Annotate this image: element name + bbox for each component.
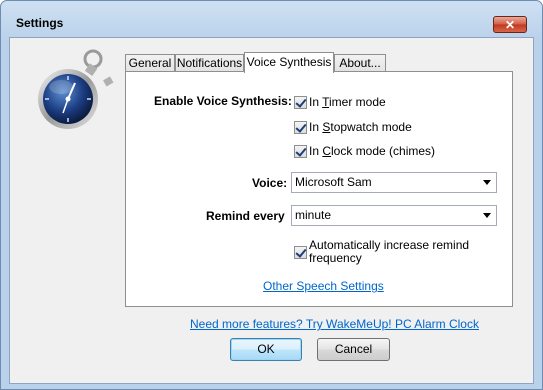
- tab-voice-synthesis[interactable]: Voice Synthesis: [244, 52, 334, 73]
- timer-mode-label[interactable]: In Timer mode: [309, 95, 386, 109]
- stopwatch-mode-label[interactable]: In Stopwatch mode: [309, 120, 412, 134]
- remind-every-value: minute: [295, 208, 332, 222]
- remind-every-label: Remind every: [206, 209, 285, 223]
- cancel-button[interactable]: Cancel: [317, 338, 390, 361]
- other-speech-settings-link[interactable]: Other Speech Settings: [263, 279, 384, 293]
- timer-mode-checkbox[interactable]: [294, 96, 307, 109]
- chevron-down-icon: [483, 180, 491, 185]
- voice-select-value: Microsoft Sam: [295, 175, 372, 189]
- enable-voice-synthesis-label: Enable Voice Synthesis:: [154, 94, 292, 108]
- auto-increase-checkbox[interactable]: [294, 246, 307, 259]
- chevron-down-icon: [483, 213, 491, 218]
- ok-button[interactable]: OK: [230, 338, 302, 361]
- tab-notifications[interactable]: Notifications: [175, 54, 244, 71]
- close-icon: ✕: [504, 18, 516, 32]
- tab-general[interactable]: General: [125, 54, 175, 71]
- voice-select[interactable]: Microsoft Sam: [291, 172, 497, 193]
- stopwatch-icon: [38, 49, 114, 129]
- tab-about[interactable]: About...: [334, 54, 386, 71]
- remind-every-select[interactable]: minute: [291, 205, 497, 226]
- settings-window: Settings ✕ General Notifications Voice S…: [0, 0, 543, 390]
- promo-link[interactable]: Need more features? Try WakeMeUp! PC Ala…: [190, 317, 479, 331]
- voice-label: Voice:: [252, 176, 288, 190]
- close-button[interactable]: ✕: [493, 16, 527, 33]
- window-title: Settings: [16, 16, 64, 30]
- auto-increase-label[interactable]: Automatically increase remind frequency: [309, 239, 469, 265]
- clock-mode-checkbox[interactable]: [294, 145, 307, 158]
- title-bar[interactable]: Settings ✕: [1, 1, 542, 37]
- voice-synthesis-panel: Enable Voice Synthesis: In Timer mode In…: [125, 71, 513, 307]
- clock-mode-label[interactable]: In Clock mode (chimes): [309, 144, 435, 158]
- stopwatch-mode-checkbox[interactable]: [294, 121, 307, 134]
